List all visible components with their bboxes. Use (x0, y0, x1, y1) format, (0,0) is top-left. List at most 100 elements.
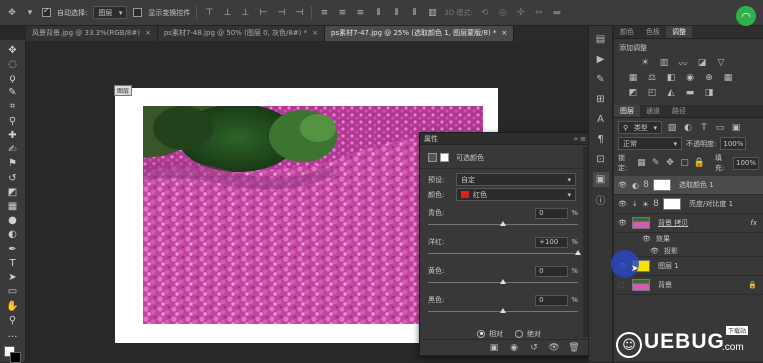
tab-adjustments[interactable]: 调整 (666, 26, 692, 38)
lock-transparent-icon[interactable]: ▦ (636, 157, 646, 169)
tab-material-47[interactable]: ps素材7-47.jpg @ 25% (选取颜色 1, 图层蒙版/8) * × (325, 26, 515, 41)
trash-icon[interactable]: 🗑 (568, 342, 580, 354)
tab-channels[interactable]: 通道 (640, 105, 666, 117)
tab-layers[interactable]: 图层 (614, 105, 640, 117)
relative-radio[interactable] (477, 329, 485, 338)
cyan-value-field[interactable]: 0 (535, 207, 569, 219)
opacity-field[interactable]: 100% (720, 137, 747, 150)
actions-icon[interactable]: ▶ (593, 52, 609, 67)
more-tools-icon[interactable]: … (4, 327, 22, 341)
yellow-slider[interactable] (428, 279, 578, 284)
exposure-icon[interactable]: ◪ (696, 57, 708, 69)
black-slider-knob[interactable] (500, 308, 506, 313)
lock-position-icon[interactable]: ✥ (665, 157, 675, 169)
black-white-icon[interactable]: ◧ (665, 72, 677, 84)
align-bottom-icon[interactable]: ⊥ (239, 7, 251, 19)
lock-all-icon[interactable]: 🔒 (694, 157, 705, 169)
brush-presets-icon[interactable]: ✎ (593, 72, 609, 87)
background-color[interactable] (9, 351, 21, 363)
distribute-top-icon[interactable]: ≡ (318, 7, 330, 19)
colors-dropdown[interactable]: 红色 ▾ (456, 188, 576, 201)
align-left-icon[interactable]: ⊢ (257, 7, 269, 19)
eye-icon[interactable]: 👁 (618, 219, 628, 227)
lock-image-icon[interactable]: ✎ (651, 157, 661, 169)
yellow-value-field[interactable]: 0 (535, 265, 569, 277)
photo-filter-icon[interactable]: ◉ (684, 72, 696, 84)
black-value-field[interactable]: 0 (535, 294, 569, 306)
align-top-icon[interactable]: ⊤ (203, 7, 215, 19)
color-swatches[interactable] (3, 345, 22, 363)
cyan-slider-knob[interactable] (500, 221, 506, 226)
3d-roll-icon[interactable]: ◎ (497, 7, 509, 19)
3d-rotate-icon[interactable]: ⟲ (479, 7, 491, 19)
blend-mode-dropdown[interactable]: 正常 ▾ (618, 137, 682, 150)
gradient-map-icon[interactable]: ▬ (684, 87, 696, 99)
layer-row-background[interactable]: □ 背景 🔒 (614, 276, 763, 295)
3d-scale-icon[interactable]: ▬ (551, 7, 563, 19)
yellow-slider-knob[interactable] (500, 279, 506, 284)
posterize-icon[interactable]: ◰ (646, 87, 658, 99)
brush-tool-icon[interactable]: ✍ (4, 143, 22, 157)
magenta-slider-knob[interactable] (575, 250, 581, 255)
3d-pan-icon[interactable]: ✣ (515, 7, 527, 19)
eraser-tool-icon[interactable]: ◩ (4, 185, 22, 199)
properties-icon[interactable]: ▣ (592, 172, 609, 187)
dodge-tool-icon[interactable]: ◐ (4, 228, 22, 242)
fill-field[interactable]: 100% (733, 156, 759, 170)
absolute-radio[interactable] (515, 329, 523, 338)
layer-row-selective-color[interactable]: 👁 ◐ 8 选取颜色 1 (614, 176, 763, 195)
curves-icon[interactable]: 〰 (677, 57, 689, 70)
gradient-tool-icon[interactable]: ▦ (4, 199, 22, 213)
type-tool-icon[interactable]: T (4, 256, 22, 270)
layer-effects-row[interactable]: 👁 效果 (614, 233, 763, 245)
layer-thumb[interactable] (632, 279, 650, 291)
auto-align-icon[interactable]: ▥ (426, 7, 438, 19)
rectangle-tool-icon[interactable]: ▭ (4, 285, 22, 299)
hue-saturation-icon[interactable]: ▦ (627, 72, 639, 84)
auto-select-checkbox[interactable] (42, 6, 51, 17)
eye-icon[interactable]: 👁 (618, 200, 628, 208)
preset-dropdown[interactable]: 自定 ▾ (456, 173, 576, 186)
show-transform-checkbox[interactable] (133, 8, 143, 17)
quick-select-tool-icon[interactable]: ✎ (4, 86, 22, 100)
distribute-right-icon[interactable]: ⦀ (408, 7, 420, 19)
align-vcenter-icon[interactable]: ⊥ (221, 7, 233, 19)
layer-mask-thumb[interactable] (652, 179, 671, 191)
align-hcenter-icon[interactable]: ⊣ (275, 7, 287, 19)
wifi-icon[interactable]: ◠ (736, 6, 756, 26)
zoom-tool-icon[interactable]: ⚲ (4, 313, 22, 327)
lock-artboard-icon[interactable]: ▢ (679, 157, 689, 169)
eye-icon[interactable]: 👁 (642, 235, 652, 243)
blur-tool-icon[interactable]: ● (4, 214, 22, 228)
invert-icon[interactable]: ◩ (627, 87, 639, 99)
selective-color-icon[interactable]: ◨ (703, 87, 715, 99)
distribute-vcenter-icon[interactable]: ≡ (336, 7, 348, 19)
view-previous-icon[interactable]: ◉ (508, 342, 520, 354)
channel-mixer-icon[interactable]: ⊕ (703, 72, 715, 84)
tab-color[interactable]: 颜色 (614, 26, 640, 38)
eye-hidden-icon[interactable]: □ (618, 281, 628, 289)
move-tool-icon[interactable]: ✥ (6, 7, 18, 19)
lasso-tool-icon[interactable]: ϙ (4, 71, 22, 85)
healing-brush-icon[interactable]: ✚ (4, 128, 22, 142)
mask-icon[interactable] (440, 153, 449, 162)
color-lookup-icon[interactable]: ▦ (722, 72, 734, 84)
filter-smart-icon[interactable]: ▣ (730, 122, 742, 134)
eye-icon[interactable]: 👁 (618, 181, 628, 189)
tab-scenery[interactable]: 风景背景.jpg @ 33.3%(RGB/8#) × (26, 26, 158, 41)
brightness-icon[interactable]: ☀ (639, 57, 651, 69)
layer-mask-thumb[interactable] (663, 198, 682, 210)
hand-tool-icon[interactable]: ✋ (4, 299, 22, 313)
align-right-icon[interactable]: ⊣ (293, 7, 305, 19)
magenta-value-field[interactable]: +100 (535, 236, 569, 248)
tab-swatches[interactable]: 色板 (640, 26, 666, 38)
distribute-hcenter-icon[interactable]: ⦀ (390, 7, 402, 19)
history-brush-icon[interactable]: ↺ (4, 171, 22, 185)
cyan-slider[interactable] (428, 221, 578, 226)
glyphs-icon[interactable]: ⊡ (593, 152, 609, 167)
pen-tool-icon[interactable]: ✒ (4, 242, 22, 256)
filter-pixel-icon[interactable]: ▨ (666, 122, 678, 134)
color-balance-icon[interactable]: ⚖ (646, 72, 658, 84)
vibrance-icon[interactable]: ▽ (715, 57, 727, 69)
clone-source-icon[interactable]: ⊞ (593, 92, 609, 107)
